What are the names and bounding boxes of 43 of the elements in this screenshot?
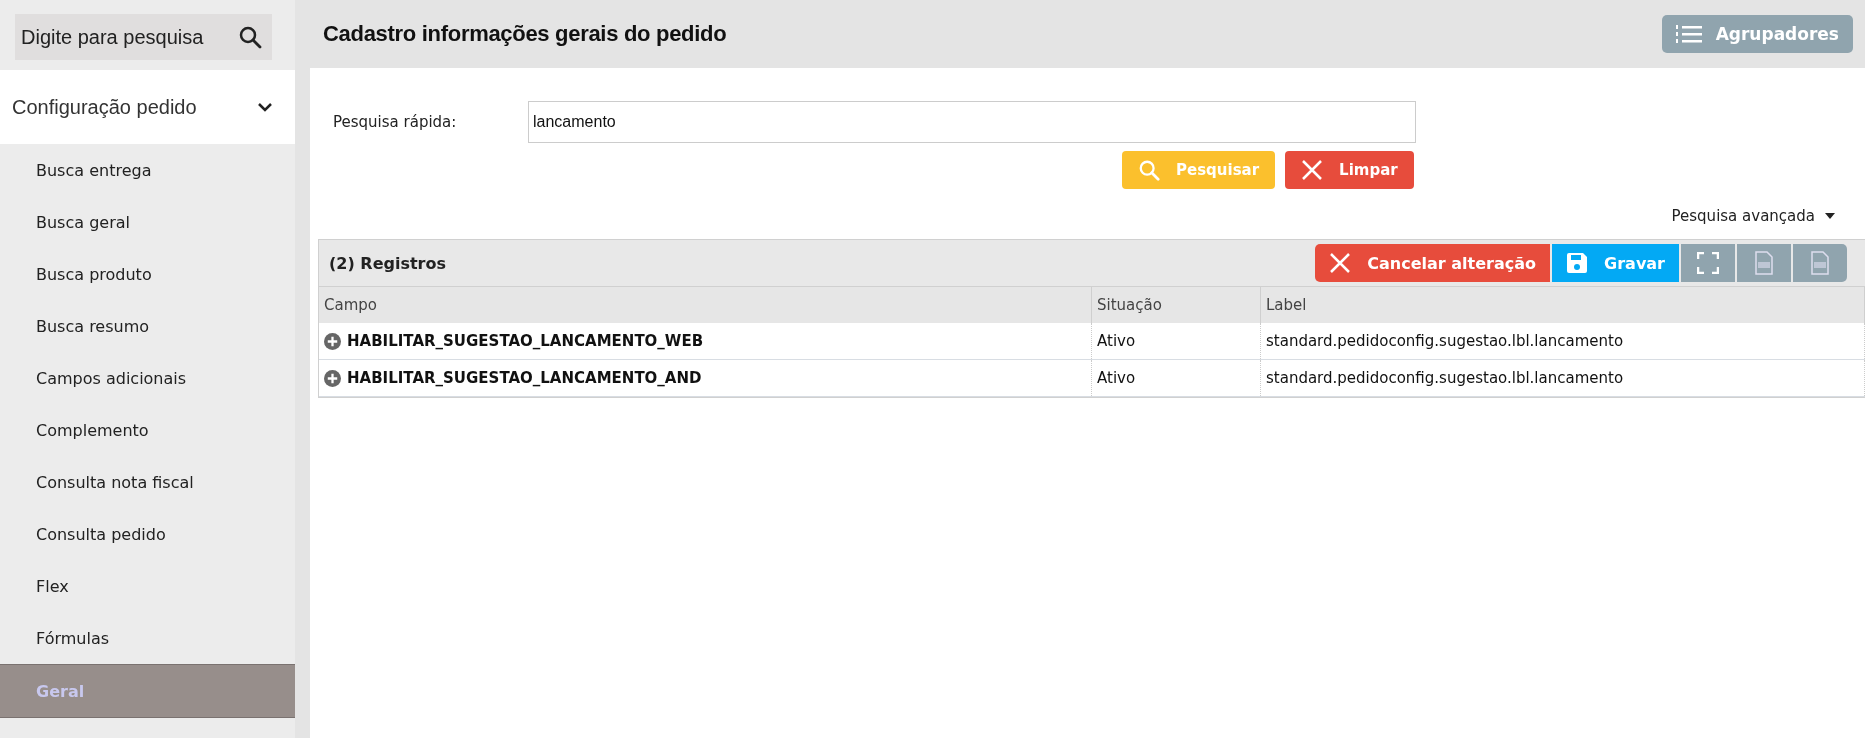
table-cell: standard.pedidoconfig.sugestao.lbl.lancamento	[1260, 323, 1865, 360]
sidebar-item[interactable]: Busca produto	[0, 248, 295, 300]
table-cell: Ativo	[1091, 359, 1261, 397]
sidebar-item[interactable]: Busca entrega	[0, 144, 295, 196]
xls-export-button[interactable]	[1793, 244, 1847, 282]
cancel-changes-button[interactable]: Cancelar alteração	[1315, 244, 1551, 282]
page-title: Cadastro informações gerais do pedido	[323, 21, 727, 47]
column-header[interactable]: Label	[1260, 287, 1865, 323]
sidebar-item[interactable]: Consulta pedido	[0, 508, 295, 560]
sidebar-item[interactable]: Flex	[0, 560, 295, 612]
close-icon	[1301, 159, 1324, 181]
sidebar-item[interactable]: Busca resumo	[0, 300, 295, 352]
sidebar-item[interactable]: Fórmulas	[0, 612, 295, 664]
quick-search-label: Pesquisa rápida:	[333, 113, 458, 131]
quick-search-field[interactable]: lancamento	[528, 101, 1416, 143]
sidebar-group[interactable]: Configuração pedido	[0, 70, 295, 144]
sidebar-item[interactable]: Consulta nota fiscal	[0, 456, 295, 508]
clear-button[interactable]: Limpar	[1285, 151, 1414, 189]
table-cell: Ativo	[1091, 323, 1261, 360]
fullscreen-button[interactable]	[1681, 244, 1735, 282]
record-count: (2) Registros	[329, 253, 446, 273]
list-icon	[1675, 24, 1702, 44]
expand-icon[interactable]	[324, 369, 341, 387]
search-icon	[238, 25, 262, 49]
column-header[interactable]: Campo	[319, 287, 1092, 323]
table-cell: HABILITAR_SUGESTAO_LANCAMENTO_WEB	[347, 332, 704, 350]
sidebar-item[interactable]: Complemento	[0, 404, 295, 456]
table-cell: HABILITAR_SUGESTAO_LANCAMENTO_AND	[347, 369, 702, 387]
csv-export-button[interactable]	[1737, 244, 1791, 282]
sidebar-search-field[interactable]: Digite para pesquisa	[15, 14, 272, 60]
xls-file-icon	[1810, 251, 1830, 275]
advanced-search-link[interactable]: Pesquisa avançada	[1671, 207, 1815, 225]
search-icon	[1138, 159, 1160, 181]
sidebar-item[interactable]: Busca geral	[0, 196, 295, 248]
csv-file-icon	[1754, 251, 1774, 275]
fullscreen-icon	[1697, 252, 1719, 274]
table-cell: standard.pedidoconfig.sugestao.lbl.lancamento	[1260, 359, 1865, 397]
sidebar-item[interactable]: Campos adicionais	[0, 352, 295, 404]
close-icon	[1329, 252, 1352, 274]
expand-icon[interactable]	[324, 332, 341, 350]
chevron-icon	[257, 102, 273, 112]
column-header[interactable]: Situação	[1091, 287, 1261, 323]
dropdown-arrow-icon	[1825, 213, 1835, 219]
